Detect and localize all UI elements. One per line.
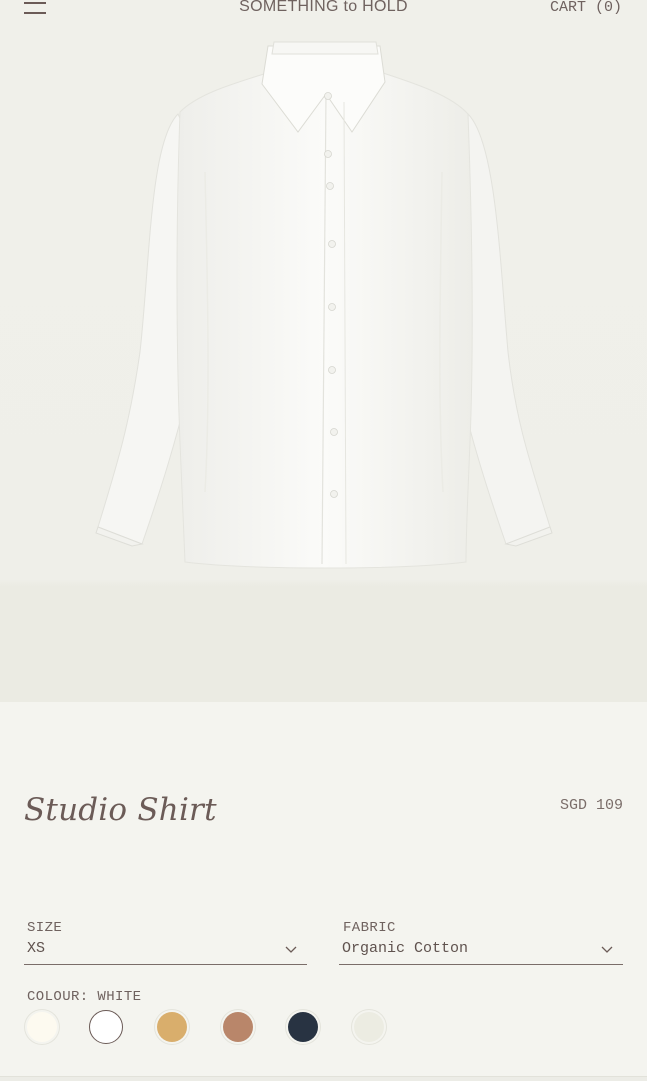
product-title: Studio Shirt bbox=[24, 792, 217, 828]
top-bar: SOMETHING to HOLD CART (0) bbox=[0, 0, 647, 22]
colour-label: COLOUR: WHITE bbox=[27, 989, 142, 1005]
chevron-down-icon bbox=[601, 946, 613, 953]
fabric-label: FABRIC bbox=[343, 920, 396, 936]
colour-swatch-off-white[interactable] bbox=[354, 1012, 384, 1042]
cart-link[interactable]: CART (0) bbox=[550, 0, 622, 16]
chevron-down-icon bbox=[285, 946, 297, 953]
fabric-value: Organic Cotton bbox=[342, 940, 469, 957]
product-image bbox=[0, 22, 647, 702]
colour-swatch-tan[interactable] bbox=[223, 1012, 253, 1042]
size-label: SIZE bbox=[27, 920, 63, 936]
colour-swatch-white[interactable] bbox=[89, 1010, 123, 1044]
size-select[interactable]: XS bbox=[24, 940, 307, 965]
shirt-image bbox=[95, 41, 553, 569]
size-value: XS bbox=[27, 940, 46, 957]
product-price: SGD 109 bbox=[559, 797, 623, 814]
colour-swatch-ivory[interactable] bbox=[27, 1012, 57, 1042]
footer-divider bbox=[0, 1076, 647, 1081]
colour-swatch-sand[interactable] bbox=[157, 1012, 187, 1042]
fabric-select[interactable]: Organic Cotton bbox=[339, 940, 623, 965]
colour-swatch-navy[interactable] bbox=[288, 1012, 318, 1042]
